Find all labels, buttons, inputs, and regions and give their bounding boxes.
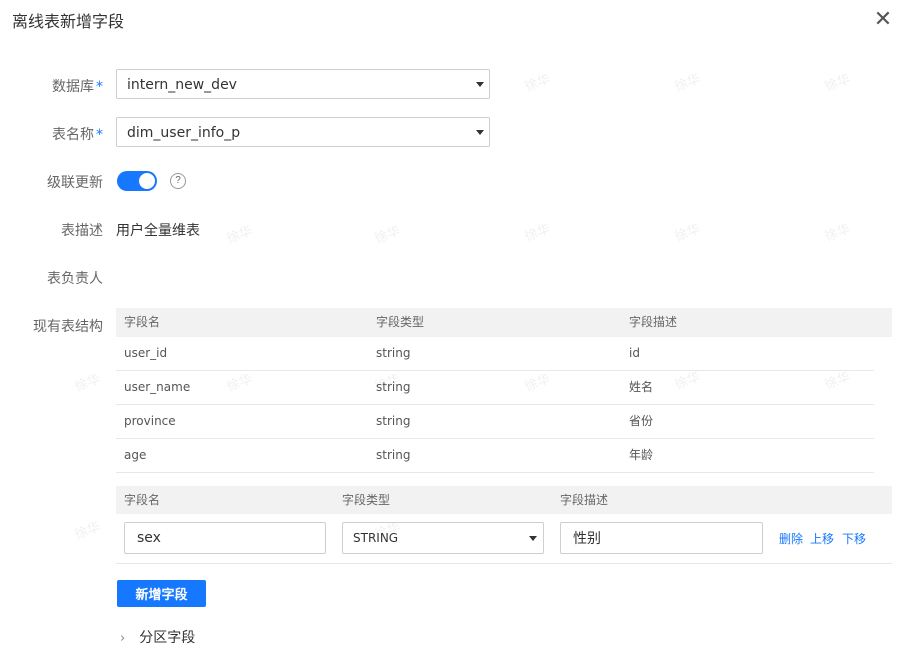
field-description-input[interactable] [560,522,763,554]
field-name-cell: province [124,414,176,428]
watermark: 徐华 [72,371,103,395]
column-header: 字段名 [124,315,161,329]
table-description-value: 用户全量维表 [116,223,200,239]
table-owner-label: 表负责人 [47,271,103,287]
field-name-cell: user_id [124,346,168,360]
required-mark: * [96,79,103,95]
new-field-row: STRING 删除 上移 下移 [116,514,892,564]
column-header: 字段类型 [342,493,391,507]
field-desc-cell: 姓名 [629,380,654,394]
watermark: 徐华 [72,519,103,543]
field-desc-cell: 省份 [629,414,654,428]
dialog-title: 离线表新增字段 [12,12,125,31]
table-description-label: 表描述 [61,223,103,239]
existing-schema-table: 字段名 字段类型 字段描述 user_id string id user_nam… [116,308,892,473]
delete-link[interactable]: 删除 [779,530,803,547]
column-header: 字段描述 [629,315,678,329]
new-field-table: 字段名 字段类型 字段描述 STRING 删除 上移 下移 [116,486,892,564]
table-header: 字段名 字段类型 字段描述 [116,308,892,337]
field-name-input[interactable] [124,522,326,554]
table-row: age string 年龄 [116,439,874,473]
question-icon[interactable]: ? [170,173,186,189]
table-name-label: 表名称 * [52,127,103,143]
table-row: user_name string 姓名 [116,371,874,405]
table-header: 字段名 字段类型 字段描述 [116,486,892,514]
field-type-cell: string [376,380,411,394]
column-header: 字段描述 [560,493,609,507]
field-type-cell: string [376,448,411,462]
move-down-link[interactable]: 下移 [842,530,866,547]
watermark: 徐华 [672,71,703,95]
watermark: 徐华 [822,71,853,95]
watermark: 徐华 [522,71,553,95]
table-row: user_id string id [116,337,874,371]
watermark: 徐华 [822,221,853,245]
cascade-update-label: 级联更新 [47,175,103,191]
caret-down-icon [476,130,484,135]
move-up-link[interactable]: 上移 [810,530,834,547]
chevron-right-icon: › [120,631,126,646]
column-header: 字段类型 [376,315,425,329]
caret-down-icon [476,82,484,87]
toggle-knob [139,173,155,189]
table-name-select-value: dim_user_info_p [127,125,241,141]
partition-fields-toggle[interactable]: › 分区字段 [120,627,195,647]
column-header: 字段名 [124,493,161,507]
table-row: province string 省份 [116,405,874,439]
field-desc-cell: id [629,346,640,360]
field-name-cell: age [124,448,147,462]
field-type-cell: string [376,346,411,360]
caret-down-icon [529,536,537,541]
database-label: 数据库 * [52,79,103,95]
field-type-cell: string [376,414,411,428]
database-select-value: intern_new_dev [127,77,237,93]
required-mark: * [96,127,103,143]
field-desc-cell: 年龄 [629,448,654,462]
add-field-button[interactable]: 新增字段 [117,580,206,607]
watermark: 徐华 [672,221,703,245]
field-name-cell: user_name [124,380,191,394]
database-select[interactable]: intern_new_dev [116,69,490,99]
watermark: 徐华 [372,223,403,247]
watermark: 徐华 [522,221,553,245]
existing-schema-label: 现有表结构 [33,319,103,335]
field-type-select-value: STRING [353,531,399,545]
close-icon[interactable]: ✕ [872,8,894,30]
table-name-select[interactable]: dim_user_info_p [116,117,490,147]
cascade-update-toggle[interactable] [117,171,157,191]
partition-fields-label: 分区字段 [139,630,196,646]
watermark: 徐华 [224,223,255,247]
field-type-select[interactable]: STRING [342,522,544,554]
